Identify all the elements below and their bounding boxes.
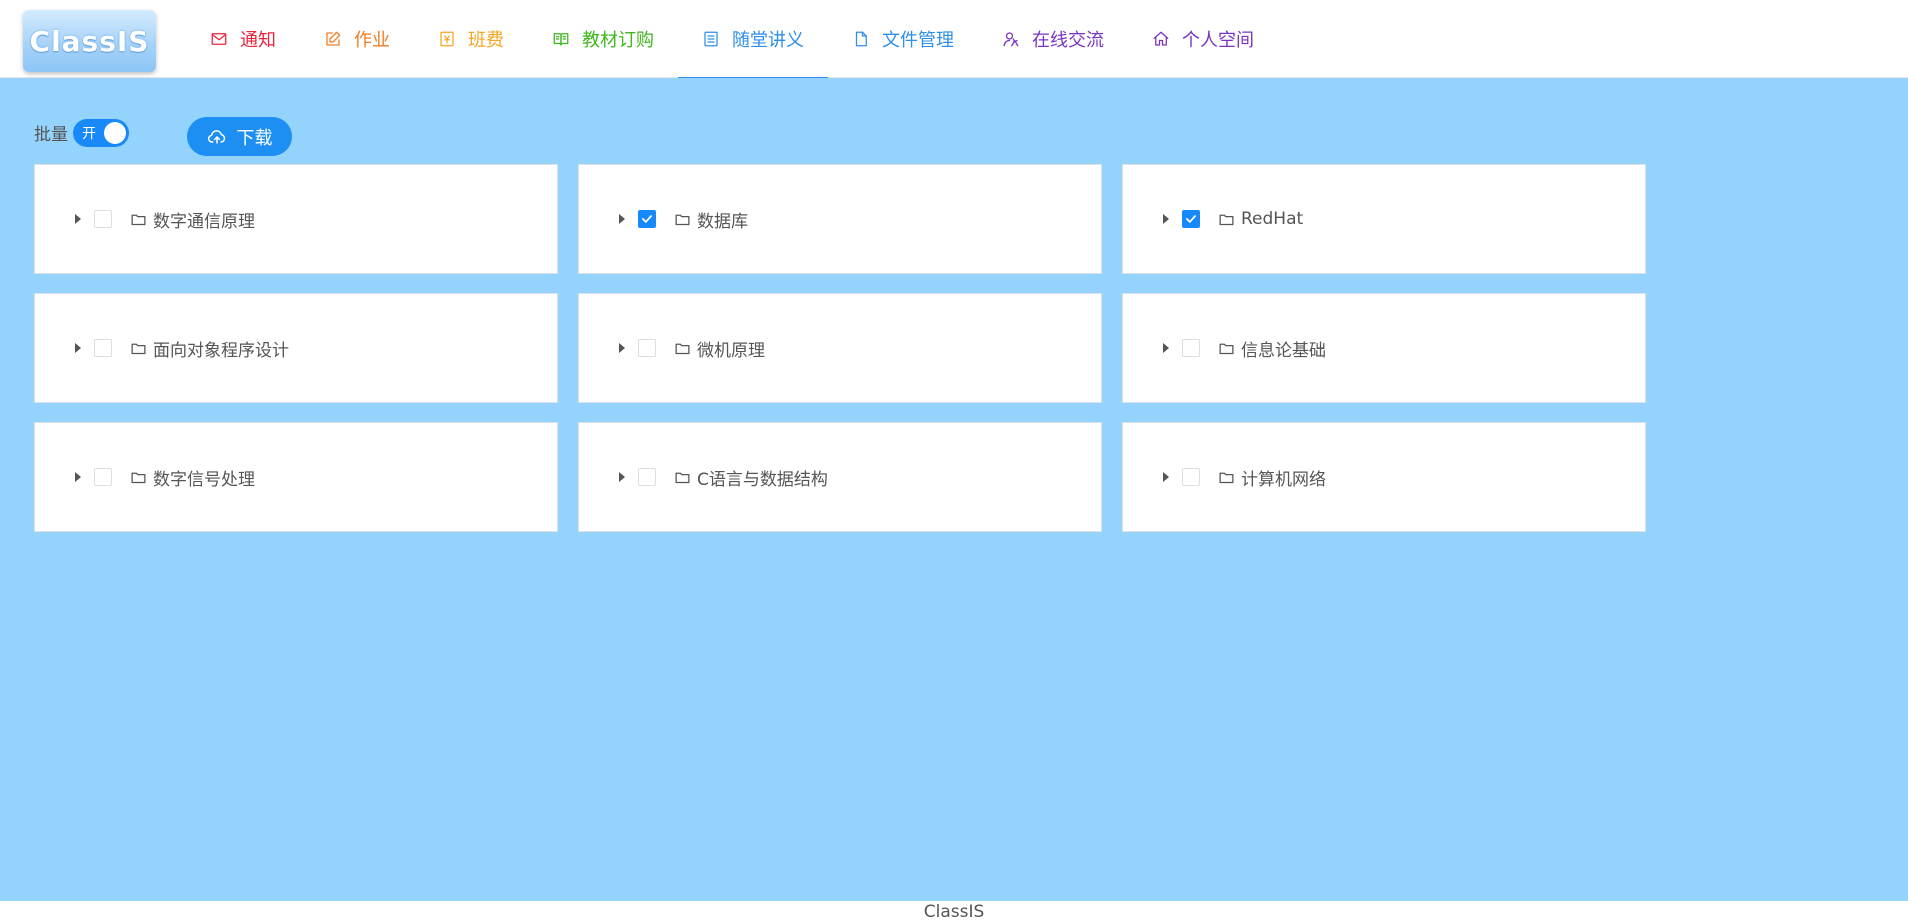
main-nav: 通知 作业 班费 教材订购 随堂讲义 文件管理 在线交流 个人空间 [186, 0, 1278, 79]
checkmark-icon [1186, 215, 1196, 223]
folder-checkbox[interactable] [1182, 339, 1200, 357]
nav-item-2[interactable]: 班费 [414, 0, 528, 78]
nav-item-label: 通知 [240, 30, 276, 51]
nav-item-5[interactable]: 文件管理 [828, 0, 978, 78]
expand-caret-icon[interactable] [619, 214, 625, 224]
folder-name[interactable]: 数据库 [697, 207, 748, 232]
book-icon [552, 30, 570, 48]
folder-checkbox[interactable] [94, 339, 112, 357]
document-icon [852, 30, 870, 48]
top-header: ClassIS 通知 作业 班费 教材订购 随堂讲义 文件管理 在线交流 个人空间 [0, 0, 1908, 79]
folder-icon [674, 211, 691, 228]
nav-item-label: 在线交流 [1032, 30, 1104, 51]
logo-text: ClassIS [29, 24, 150, 58]
nav-item-1[interactable]: 作业 [300, 0, 414, 78]
folder-name[interactable]: RedHat [1241, 209, 1303, 229]
folder-name[interactable]: 信息论基础 [1241, 336, 1326, 361]
folder-name[interactable]: 面向对象程序设计 [153, 336, 289, 361]
switch-knob [104, 122, 126, 144]
folder-card: 数字通信原理 [34, 164, 558, 274]
nav-item-6[interactable]: 在线交流 [978, 0, 1128, 78]
folder-card: 微机原理 [578, 293, 1102, 403]
folder-icon [674, 469, 691, 486]
download-label: 下载 [236, 127, 273, 149]
expand-caret-icon[interactable] [619, 472, 625, 482]
nav-item-label: 文件管理 [882, 30, 954, 51]
home-icon [1152, 30, 1170, 48]
classis-logo[interactable]: ClassIS [23, 10, 156, 72]
checkmark-icon [642, 215, 652, 223]
expand-caret-icon[interactable] [1163, 472, 1169, 482]
expand-caret-icon[interactable] [1163, 343, 1169, 353]
nav-item-label: 个人空间 [1182, 30, 1254, 51]
footer-text: ClassIS [923, 902, 985, 922]
folder-icon [130, 340, 147, 357]
folder-card: 数据库 [578, 164, 1102, 274]
folder-checkbox[interactable] [638, 210, 656, 228]
folder-checkbox[interactable] [1182, 210, 1200, 228]
mail-icon [210, 30, 228, 48]
expand-caret-icon[interactable] [619, 343, 625, 353]
folder-icon [1218, 211, 1235, 228]
folder-checkbox[interactable] [94, 468, 112, 486]
batch-label: 批量 [34, 125, 68, 145]
money-icon [438, 30, 456, 48]
download-button[interactable]: 下载 [187, 117, 292, 156]
switch-on-text: 开 [82, 126, 96, 142]
folder-icon [1218, 469, 1235, 486]
main-content: 批量 开 下载 数字通信原理 数据库 RedHat 面向对象程序设计 微机原理 信息论基础… [0, 78, 1908, 901]
folder-card: 面向对象程序设计 [34, 293, 558, 403]
expand-caret-icon[interactable] [75, 343, 81, 353]
folder-card: 计算机网络 [1122, 422, 1646, 532]
footer: ClassIS [0, 901, 1908, 924]
folder-checkbox[interactable] [638, 468, 656, 486]
folder-name[interactable]: 数字通信原理 [153, 207, 255, 232]
nav-item-7[interactable]: 个人空间 [1128, 0, 1278, 78]
nav-item-0[interactable]: 通知 [186, 0, 300, 78]
expand-caret-icon[interactable] [75, 214, 81, 224]
folder-card: C语言与数据结构 [578, 422, 1102, 532]
folder-card: 信息论基础 [1122, 293, 1646, 403]
folder-icon [1218, 340, 1235, 357]
folder-name[interactable]: 计算机网络 [1241, 465, 1326, 490]
nav-item-label: 教材订购 [582, 30, 654, 51]
folder-grid: 数字通信原理 数据库 RedHat 面向对象程序设计 微机原理 信息论基础数字信号处理 C语… [34, 164, 1646, 532]
folder-icon [674, 340, 691, 357]
folder-checkbox[interactable] [1182, 468, 1200, 486]
notes-icon [702, 30, 720, 48]
folder-name[interactable]: C语言与数据结构 [697, 465, 828, 490]
folder-card: RedHat [1122, 164, 1646, 274]
folder-checkbox[interactable] [638, 339, 656, 357]
expand-caret-icon[interactable] [75, 472, 81, 482]
batch-toggle-switch[interactable]: 开 [73, 119, 129, 147]
expand-caret-icon[interactable] [1163, 214, 1169, 224]
folder-name[interactable]: 数字信号处理 [153, 465, 255, 490]
folder-icon [130, 211, 147, 228]
folder-name[interactable]: 微机原理 [697, 336, 765, 361]
folder-card: 数字信号处理 [34, 422, 558, 532]
cloud-upload-icon [207, 129, 225, 144]
edit-icon [324, 30, 342, 48]
nav-item-label: 班费 [468, 30, 504, 51]
folder-checkbox[interactable] [94, 210, 112, 228]
nav-item-label: 随堂讲义 [732, 30, 804, 51]
nav-item-3[interactable]: 教材订购 [528, 0, 678, 78]
nav-item-label: 作业 [354, 30, 390, 51]
users-icon [1002, 30, 1020, 48]
nav-item-4[interactable]: 随堂讲义 [678, 0, 828, 79]
folder-icon [130, 469, 147, 486]
